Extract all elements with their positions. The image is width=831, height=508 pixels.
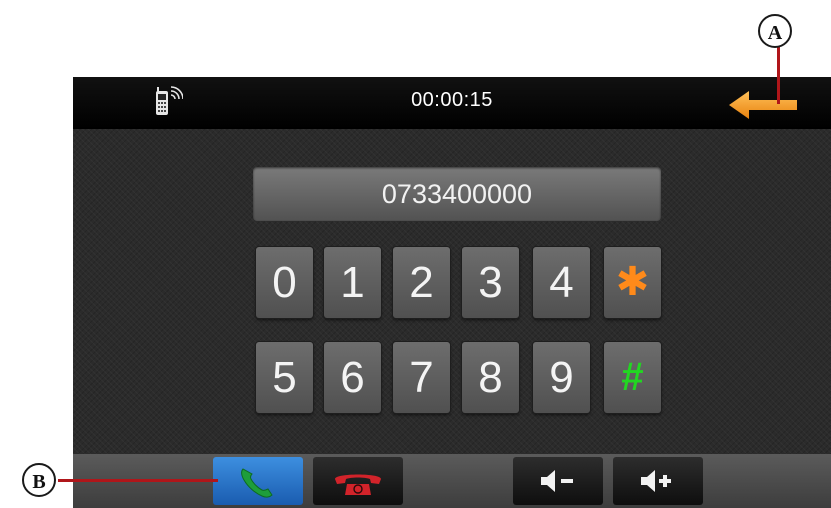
hang-up-icon [335, 474, 381, 495]
back-button[interactable] [723, 85, 803, 125]
call-timer: 00:00:15 [411, 89, 493, 111]
status-bar: 00:00:15 [73, 77, 831, 129]
callout-a: A [758, 14, 792, 48]
key-3[interactable]: 3 [462, 247, 519, 318]
hang-up-button[interactable] [313, 457, 403, 505]
key-1[interactable]: 1 [324, 247, 381, 318]
callout-a-line [777, 46, 780, 104]
volume-down-button[interactable] [513, 457, 603, 505]
callout-b: B [22, 463, 56, 497]
device-screen: 00:00:15 0733400000 0 1 2 3 4 ✱ 5 6 7 8 … [73, 77, 831, 508]
callout-b-line [58, 479, 218, 482]
call-button[interactable] [213, 457, 303, 505]
volume-down-icon [541, 470, 573, 492]
key-0[interactable]: 0 [256, 247, 313, 318]
key-6[interactable]: 6 [324, 342, 381, 413]
key-7[interactable]: 7 [393, 342, 450, 413]
key-9[interactable]: 9 [533, 342, 590, 413]
volume-up-button[interactable] [613, 457, 703, 505]
back-arrow-icon [729, 91, 797, 119]
key-5[interactable]: 5 [256, 342, 313, 413]
key-2[interactable]: 2 [393, 247, 450, 318]
key-hash[interactable]: # [604, 342, 661, 413]
call-icon [241, 468, 273, 498]
dialed-number-display: 0733400000 [253, 167, 661, 221]
key-star[interactable]: ✱ [604, 247, 661, 318]
key-8[interactable]: 8 [462, 342, 519, 413]
volume-up-icon [641, 470, 671, 492]
key-4[interactable]: 4 [533, 247, 590, 318]
